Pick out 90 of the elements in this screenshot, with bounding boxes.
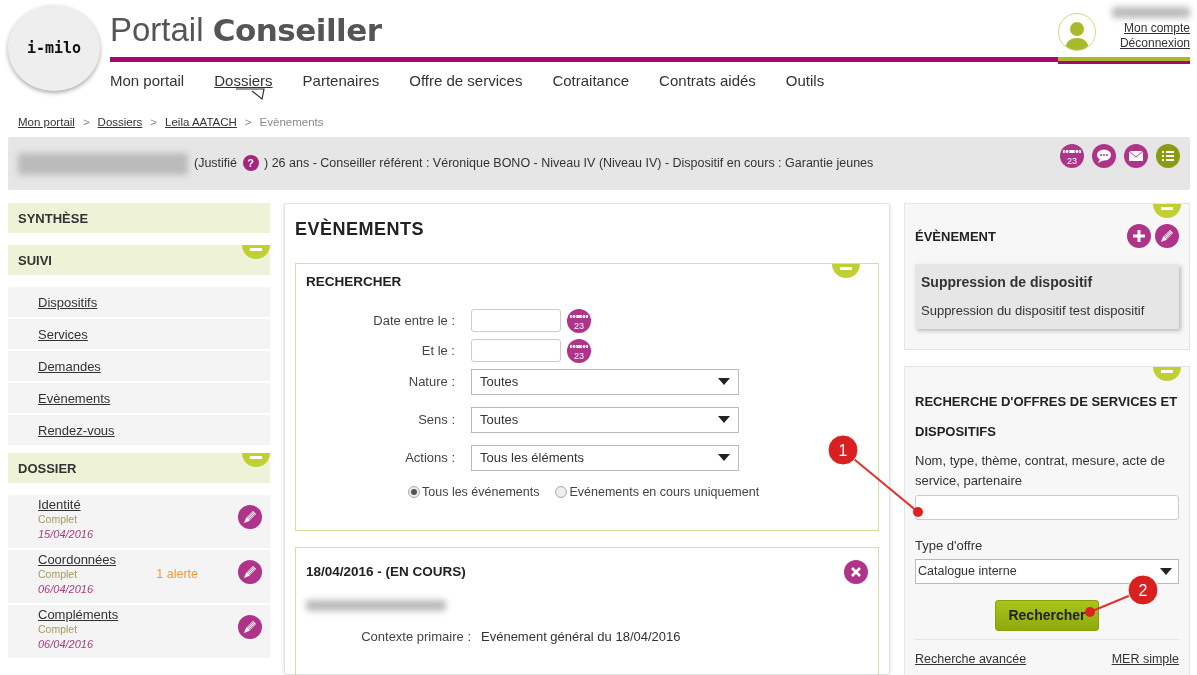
nav-link-item[interactable]: Cotraitance (552, 72, 630, 89)
nav-link-item[interactable]: Contrats aidés (659, 72, 756, 89)
calendar-icon[interactable]: 23 (1060, 144, 1084, 169)
profile-summary: (Justifié ? ) 26 ans - Conseiller référent : Véronique BONO - Niveau IV (Niveau IV) - Dispositif en cours : Garantie jeunes (194, 154, 874, 174)
alert-count: 1 alerte (156, 567, 198, 584)
field-label: Et le : (420, 341, 456, 360)
nav-link-item[interactable]: Outils (785, 72, 825, 89)
logo: i-milo (8, 5, 100, 91)
record-status: Complet (38, 622, 79, 638)
radio-button[interactable] (555, 485, 568, 498)
edit-icon[interactable] (238, 560, 262, 585)
breadcrumb-separator: > (150, 115, 158, 130)
date-field[interactable] (471, 339, 561, 362)
record-status: Complet (38, 567, 79, 583)
breadcrumb-separator: > (244, 115, 252, 130)
radio-label[interactable]: Tous les événements (422, 482, 540, 502)
portal-title: Portail Conseiller (110, 10, 383, 50)
nav-link-item[interactable]: Mon portail (110, 72, 185, 89)
panel-heading: RECHERCHE D'OFFRES DE SERVICES ET DISPOSITIFS (915, 392, 1179, 441)
callout-marker: 2 (1127, 574, 1159, 606)
link[interactable]: Recherche avancée (915, 650, 1027, 669)
calendar-icon[interactable]: 23 (567, 308, 591, 333)
list-icon[interactable] (1156, 144, 1180, 169)
caret-icon (718, 454, 730, 461)
breadcrumb-link[interactable]: Mon portail (18, 114, 75, 132)
search-field[interactable] (915, 494, 1179, 520)
page-heading: EVÈNEMENTS (295, 217, 426, 242)
record-date: 15/04/2016 (38, 527, 94, 543)
add-icon[interactable] (1127, 224, 1151, 249)
record-date: 06/04/2016 (38, 582, 95, 598)
account-link[interactable]: Mon compte (1123, 21, 1190, 35)
record-status: Complet (38, 512, 79, 528)
dropdown-field[interactable]: Toutes (471, 368, 739, 395)
field-label: Date entre le : (372, 311, 456, 330)
sidebar-item[interactable]: Rendez-vous (8, 415, 270, 446)
breadcrumb-separator: > (82, 115, 90, 130)
panel-heading: ÉVÈNEMENT (915, 227, 996, 246)
link[interactable]: MER simple (1111, 650, 1179, 669)
field-label: Sens : (417, 410, 456, 429)
callout-marker: 1 (827, 434, 859, 466)
event-card-text: Suppression du dispositif test dispositif (921, 302, 1146, 321)
edit-icon[interactable] (1155, 224, 1179, 249)
radio-label[interactable]: Evénements en cours uniquement (569, 482, 760, 502)
calendar-icon[interactable]: 23 (567, 338, 591, 363)
search-button[interactable]: Rechercher (995, 600, 1099, 632)
caret-icon (718, 416, 730, 423)
chat-icon[interactable] (1092, 144, 1116, 169)
account-link[interactable]: Déconnexion (1119, 36, 1190, 50)
nav-link-item[interactable]: Dossiers (214, 72, 273, 89)
breadcrumb-link[interactable]: Leila AATACH (165, 114, 237, 132)
field-label: Actions : (404, 448, 456, 467)
record-link[interactable]: Coordonnées (38, 552, 117, 568)
dropdown-field[interactable]: Catalogue interne (915, 559, 1179, 585)
section-heading: SYNTHÈSE (18, 209, 89, 228)
close-icon[interactable] (844, 560, 868, 585)
sidebar-item[interactable]: Evènements (8, 383, 270, 414)
collapse-icon[interactable] (242, 453, 270, 470)
field-label: Contexte primaire : (360, 628, 472, 647)
record-date: 06/04/2016 (38, 637, 95, 653)
field-label: Nom, type, thème, contrat, mesure, acte de service, partenaire (915, 451, 1166, 490)
record-link[interactable]: Compléments (38, 607, 119, 623)
sidebar-item[interactable]: Dispositifs (8, 287, 270, 318)
field-label: Nature : (407, 372, 456, 391)
sidebar-item[interactable]: Demandes (8, 351, 270, 382)
dropdown-field[interactable]: Tous les éléments (471, 444, 739, 471)
record-link[interactable]: Identité (38, 497, 81, 513)
section-heading: SUIVI (18, 251, 52, 270)
event-heading: 18/04/2016 - (EN COURS) (306, 563, 466, 582)
sidebar-item[interactable]: Services (8, 319, 270, 350)
event-card-title: Suppression de dispositif (921, 274, 1093, 291)
section-heading: DOSSIER (18, 459, 77, 478)
edit-icon[interactable] (238, 615, 262, 640)
dropdown-field[interactable]: Toutes (471, 406, 739, 433)
nav-link-item[interactable]: Partenaires (302, 72, 380, 89)
field-value: Evénement général du 18/04/2016 (481, 628, 681, 647)
help-icon[interactable]: ? (242, 155, 259, 172)
caret-icon (718, 378, 730, 385)
caret-icon (1160, 568, 1172, 576)
collapse-icon[interactable] (1153, 366, 1181, 383)
edit-icon[interactable] (238, 505, 262, 530)
field-label: Type d'offre (915, 536, 984, 555)
radio-button[interactable] (408, 485, 420, 498)
panel-heading: RECHERCHER (306, 273, 402, 292)
breadcrumb-link[interactable]: Dossiers (97, 114, 143, 132)
nav-link-item[interactable]: Offre de services (409, 72, 523, 89)
collapse-icon[interactable] (832, 264, 860, 281)
breadcrumb-current: Evènements (259, 115, 324, 130)
date-field[interactable] (471, 309, 561, 332)
collapse-icon[interactable] (242, 245, 270, 262)
mail-icon[interactable] (1124, 144, 1148, 169)
